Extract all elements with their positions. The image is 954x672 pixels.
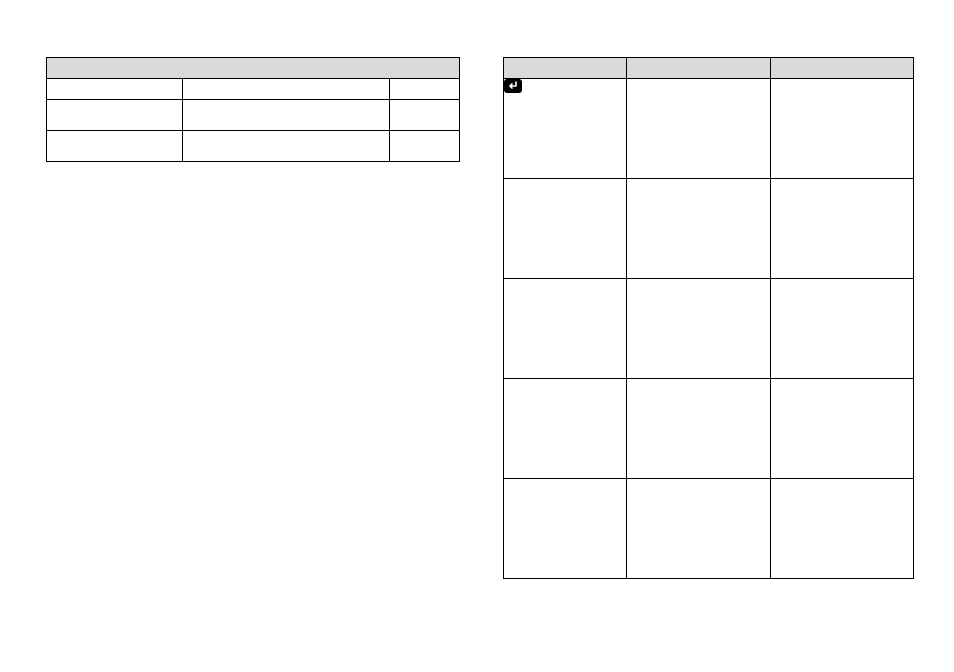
cell <box>183 131 390 162</box>
enter-icon <box>504 79 522 93</box>
cell <box>389 100 459 131</box>
left-table-header-row <box>47 58 460 79</box>
table-row <box>504 379 914 479</box>
table-row <box>47 100 460 131</box>
cell <box>627 279 771 379</box>
table-row <box>504 79 914 179</box>
cell <box>770 179 914 279</box>
cell <box>770 479 914 579</box>
cell <box>627 479 771 579</box>
cell <box>389 131 459 162</box>
table-row <box>504 179 914 279</box>
left-table <box>46 57 460 162</box>
cell <box>504 379 627 479</box>
cell <box>504 279 627 379</box>
cell <box>47 100 183 131</box>
cell <box>770 279 914 379</box>
right-table-header-row <box>504 58 914 79</box>
cell <box>183 100 390 131</box>
cell <box>770 79 914 179</box>
right-table-header-cell <box>504 58 627 79</box>
cell <box>504 79 627 179</box>
cell <box>627 179 771 279</box>
cell <box>504 179 627 279</box>
table-row <box>504 479 914 579</box>
table-row <box>47 79 460 100</box>
cell <box>183 79 390 100</box>
page-container <box>0 0 954 672</box>
right-table-header-cell <box>627 58 771 79</box>
cell <box>627 79 771 179</box>
left-table-header-cell <box>47 58 460 79</box>
cell <box>47 79 183 100</box>
table-row <box>504 279 914 379</box>
right-table-header-cell <box>770 58 914 79</box>
cell <box>389 79 459 100</box>
right-table <box>503 57 914 579</box>
cell <box>770 379 914 479</box>
cell <box>47 131 183 162</box>
cell <box>627 379 771 479</box>
cell <box>504 479 627 579</box>
table-row <box>47 131 460 162</box>
